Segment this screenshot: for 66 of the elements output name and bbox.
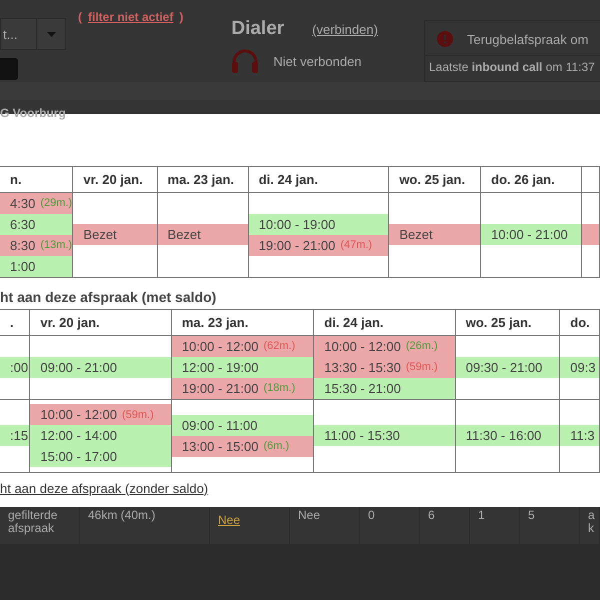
slot-time: Bezet (83, 227, 117, 242)
day-header: ma. 23 jan. (157, 166, 248, 192)
filter-paren: ) (179, 10, 184, 26)
slot-time: 4:30 (10, 196, 36, 211)
slot-note: (13m.) (40, 239, 72, 252)
connect-link[interactable]: (verbinden) (312, 22, 378, 37)
slot-time: Bezet (168, 227, 201, 242)
slot-note: (47m.) (340, 239, 372, 252)
schedule-link[interactable]: ht aan deze afspraak (zonder saldo) (0, 480, 208, 496)
day-header: vr. 20 jan. (30, 309, 172, 336)
slot-time: 19:00 - 21:00 (258, 238, 336, 253)
slot-time: 09:30 - 21:00 (466, 360, 542, 375)
slot-time: 12:00 - 14:00 (40, 428, 117, 444)
dialer-status: Niet verbonden (273, 54, 362, 68)
slot-time: 19:00 - 21:00 (182, 380, 258, 396)
headphones-icon (231, 48, 260, 74)
day-header: ma. 23 jan. (171, 309, 314, 336)
slot-time: 6:30 (10, 216, 36, 232)
slot-note: (18m.) (263, 382, 296, 394)
slot-time: 10:00 - 19:00 (258, 216, 336, 232)
day-header: do. 26 jan. (480, 166, 581, 192)
day-header: wo. 25 jan. (388, 166, 481, 192)
slot-time: 10:00 - 12:00 (324, 338, 401, 354)
slot-time: 11:00 - 15:30 (324, 428, 400, 444)
dark-button[interactable] (0, 58, 18, 80)
alert-text: Terugbelafspraak om (467, 32, 588, 46)
slot-time: 15:30 - 21:00 (324, 380, 401, 396)
filter-paren: ( (78, 10, 82, 26)
slot-time: 09:3 (570, 360, 596, 375)
slot-time: 13:00 - 15:00 (182, 438, 258, 454)
slot-time: 09:00 - 21:00 (40, 360, 117, 375)
slot-time: 15:00 - 17:00 (40, 449, 117, 464)
last-call-text: Laatste inbound call om 11:37 (428, 59, 596, 74)
slot-time: 13:30 - 15:30 (324, 360, 401, 375)
slot-time: 1:00 (10, 258, 36, 274)
select-field[interactable]: t... (0, 18, 66, 50)
dialer-title: Dialer (231, 18, 284, 39)
slot-time: 10:00 - 12:00 (40, 407, 117, 422)
section-heading: ht aan deze afspraak (met saldo) (0, 288, 218, 307)
slot-note: (6m.) (263, 440, 290, 452)
slot-time: 10:00 - 21:00 (491, 227, 568, 242)
slot-note: (62m.) (263, 340, 296, 352)
filter-link[interactable]: filter niet actief (88, 10, 174, 114)
busy-slot (582, 224, 599, 246)
slot-note: (59m.) (406, 361, 438, 374)
day-header: di. 24 jan. (248, 166, 389, 192)
slot-time: Bezet (399, 227, 433, 242)
slot-note: (26m.) (406, 340, 438, 352)
slot-time: :15 (10, 428, 28, 444)
slot-time: 09:00 - 11:00 (182, 418, 258, 433)
slot-time: 8:30 (10, 238, 36, 253)
day-header: di. 24 jan. (314, 309, 456, 336)
day-header: n. (0, 166, 73, 192)
alert-icon (437, 31, 453, 47)
slot-note: (59m.) (122, 408, 154, 421)
caret-icon (46, 32, 56, 36)
day-header: . (0, 309, 30, 336)
slot-note: (29m.) (40, 197, 72, 210)
day-header: vr. 20 jan. (72, 166, 158, 192)
day-header: wo. 25 jan. (455, 309, 560, 336)
slot-time: 11:30 - 16:00 (466, 428, 542, 444)
slot-time: :00 (10, 360, 28, 375)
slot-time: 10:00 - 12:00 (182, 338, 258, 354)
slot-time: 11:3 (570, 428, 595, 444)
day-header: do. (560, 309, 600, 336)
slot-time: 12:00 - 19:00 (182, 360, 258, 375)
